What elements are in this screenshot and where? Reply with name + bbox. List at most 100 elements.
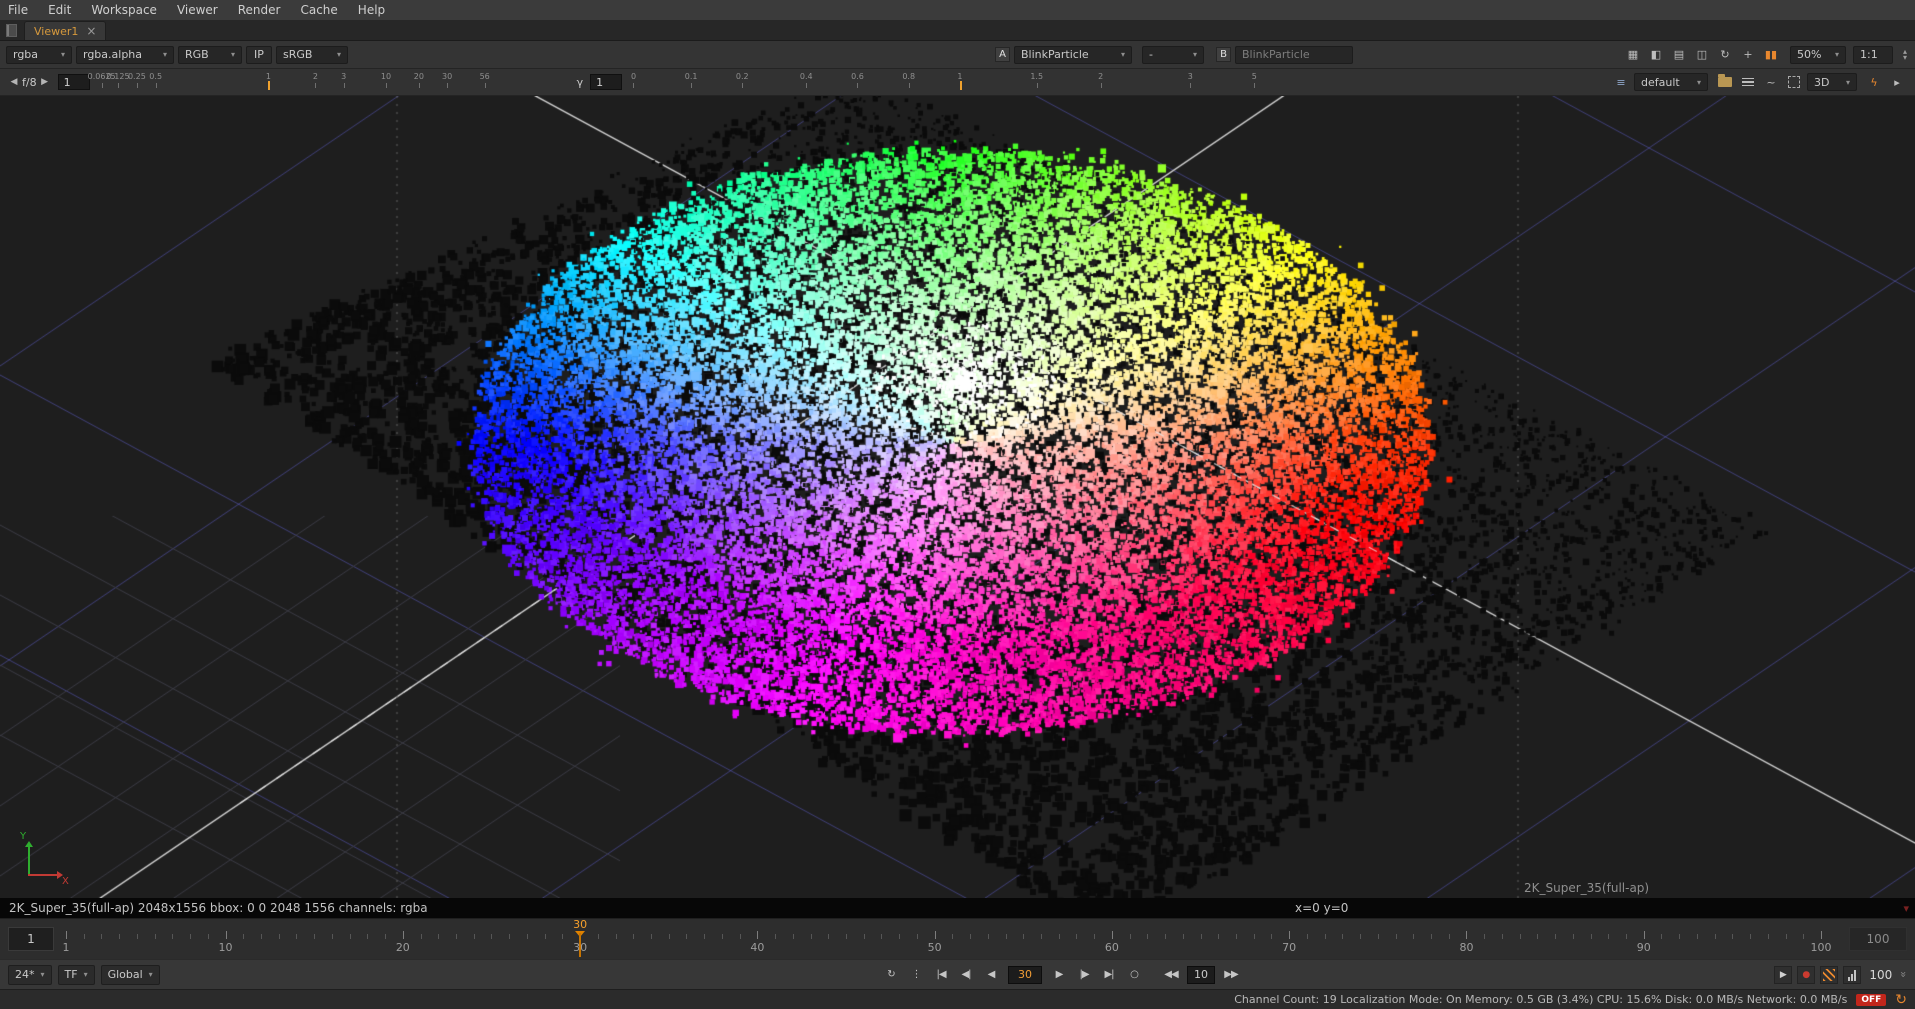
ruler-tick xyxy=(669,934,670,939)
fps-select[interactable]: 24* ▾ xyxy=(8,965,52,985)
record-icon[interactable]: ● xyxy=(1797,966,1815,984)
expand-icon[interactable]: » xyxy=(1897,971,1910,978)
slider-tick-label: 3 xyxy=(1188,72,1193,81)
pane-icon[interactable] xyxy=(6,24,17,37)
checkerboard-icon[interactable]: ▦ xyxy=(1623,46,1643,64)
projection-select[interactable]: 3D ▾ xyxy=(1807,73,1857,91)
go-start-button[interactable]: |◀ xyxy=(930,965,952,985)
menu-item-file[interactable]: File xyxy=(8,3,28,17)
slider-marker[interactable] xyxy=(268,81,270,90)
layer-select[interactable]: rgba ▾ xyxy=(6,46,72,64)
chevron-right-icon[interactable]: ▸ xyxy=(1887,73,1907,91)
marquee-select-icon[interactable] xyxy=(1784,73,1804,91)
timeline-ruler[interactable]: 110203040506070809010030 xyxy=(66,919,1821,959)
viewport-canvas[interactable] xyxy=(0,96,1915,898)
frame-range-select[interactable]: Global ▾ xyxy=(101,965,160,985)
slider-marker[interactable] xyxy=(960,81,962,90)
fstop-increase-icon[interactable]: ▶ xyxy=(37,73,53,91)
ruler-label: 10 xyxy=(219,941,233,954)
ruler-tick xyxy=(1626,934,1627,939)
chevron-down-icon: ▾ xyxy=(231,50,235,59)
viewer-display-controls: ▦ ◧ ▤ ◫ ↻ + ▮▮ 50% ▾ 1:1 ▴ ▾ xyxy=(1623,46,1907,64)
menu-item-cache[interactable]: Cache xyxy=(300,3,337,17)
input-process-button[interactable]: IP xyxy=(246,46,272,64)
input-b-select[interactable]: BlinkParticle xyxy=(1235,46,1353,64)
gamma-field[interactable]: 1 xyxy=(590,74,622,90)
jump-forward-button[interactable]: ▶▶ xyxy=(1220,965,1242,985)
gain-field[interactable]: 1 xyxy=(58,74,90,90)
pixel-aspect-select[interactable]: 1:1 xyxy=(1853,46,1893,64)
ruler-tick xyxy=(438,934,439,939)
range-start-box[interactable]: 1 xyxy=(8,927,54,951)
fps-value: 24* xyxy=(15,968,35,981)
jump-size-field[interactable]: 10 xyxy=(1187,966,1215,984)
zoom-in-icon[interactable]: + xyxy=(1738,46,1758,64)
wipe-icon[interactable]: ◧ xyxy=(1646,46,1666,64)
stereo-views-icon[interactable]: ≡ xyxy=(1611,73,1631,91)
list-icon[interactable] xyxy=(1738,73,1758,91)
play-backward-button[interactable]: ◀ xyxy=(980,965,1002,985)
go-end-button[interactable]: ▶| xyxy=(1098,965,1120,985)
ruler-tick xyxy=(474,934,475,939)
chevron-down-icon[interactable]: ▾ xyxy=(1903,55,1907,61)
menu-item-edit[interactable]: Edit xyxy=(48,3,71,17)
loop-mode-button[interactable]: ○ xyxy=(1123,965,1145,985)
pause-icon[interactable]: ▮▮ xyxy=(1761,46,1781,64)
flipbook-play-icon[interactable]: ▶ xyxy=(1774,966,1792,984)
loop-icon[interactable]: ↻ xyxy=(880,965,902,985)
ruler-tick xyxy=(208,934,209,939)
input-a-box[interactable]: A xyxy=(995,47,1010,62)
wipe-mode-select[interactable]: - ▾ xyxy=(1142,46,1204,64)
curve-icon[interactable]: ~ xyxy=(1761,73,1781,91)
bolt-icon[interactable]: ϟ xyxy=(1864,73,1884,91)
slider-tick xyxy=(691,83,692,88)
view-select[interactable]: default ▾ xyxy=(1634,73,1708,91)
ruler-tick xyxy=(1342,934,1343,939)
slider-tick-label: 0 xyxy=(631,72,636,81)
info-collapse-icon[interactable]: ▾ xyxy=(1903,902,1909,915)
input-b-box[interactable]: B xyxy=(1216,47,1231,62)
slider-tick-label: 0.8 xyxy=(902,72,915,81)
zoom-level-select[interactable]: 50% ▾ xyxy=(1790,46,1846,64)
next-keyframe-button[interactable]: |▶ xyxy=(1073,965,1095,985)
gamma-slider[interactable]: 00.10.20.40.60.811.5235 xyxy=(627,69,1267,95)
fstop-decrease-icon[interactable]: ◀ xyxy=(6,73,22,91)
overlay-icon[interactable]: ◫ xyxy=(1692,46,1712,64)
viewport-format-label: 2K_Super_35(full-ap) xyxy=(1524,881,1649,895)
tab-label: Viewer1 xyxy=(34,25,78,38)
colorspace-select[interactable]: sRGB ▾ xyxy=(276,46,348,64)
slider-tick-label: 1 xyxy=(266,72,271,81)
ruler-label: 80 xyxy=(1459,941,1473,954)
current-frame-field[interactable]: 30 xyxy=(1008,966,1042,984)
menu-item-viewer[interactable]: Viewer xyxy=(177,3,218,17)
refresh-icon[interactable]: ↻ xyxy=(1715,46,1735,64)
jump-back-button[interactable]: ◀◀ xyxy=(1160,965,1182,985)
play-button[interactable]: ▶ xyxy=(1048,965,1070,985)
alpha-layer-select[interactable]: rgba.alpha ▾ xyxy=(76,46,174,64)
gain-slider[interactable]: 0.06250.1250.250.512310203056 xyxy=(95,69,565,95)
zoom-stepper[interactable]: ▴ ▾ xyxy=(1903,49,1907,61)
slider-tick xyxy=(1037,83,1038,88)
range-end-value: 100 xyxy=(1867,932,1890,946)
prev-keyframe-button[interactable]: ◀| xyxy=(955,965,977,985)
channel-display-select[interactable]: RGB ▾ xyxy=(178,46,242,64)
playback-options-icon[interactable]: ⋮ xyxy=(905,965,927,985)
folder-icon[interactable] xyxy=(1715,73,1735,91)
timeline-filter-select[interactable]: TF ▾ xyxy=(58,965,95,985)
ruler-tick xyxy=(403,931,404,939)
update-icon[interactable]: ↻ xyxy=(1895,992,1907,1008)
menu-item-render[interactable]: Render xyxy=(238,3,281,17)
performance-chart-icon[interactable] xyxy=(1843,966,1861,984)
ruler-tick xyxy=(633,934,634,939)
roi-icon[interactable]: ▤ xyxy=(1669,46,1689,64)
range-end-box[interactable]: 100 xyxy=(1849,927,1907,951)
cache-indicator-icon[interactable] xyxy=(1820,966,1838,984)
close-icon[interactable]: × xyxy=(86,25,96,37)
input-a-select[interactable]: BlinkParticle ▾ xyxy=(1014,46,1132,64)
tab-viewer1[interactable]: Viewer1 × xyxy=(24,21,106,40)
menu-item-workspace[interactable]: Workspace xyxy=(91,3,157,17)
slider-tick-label: 0.5 xyxy=(149,72,162,81)
ruler-label: 60 xyxy=(1105,941,1119,954)
menu-item-help[interactable]: Help xyxy=(358,3,385,17)
ruler-tick xyxy=(1023,934,1024,939)
